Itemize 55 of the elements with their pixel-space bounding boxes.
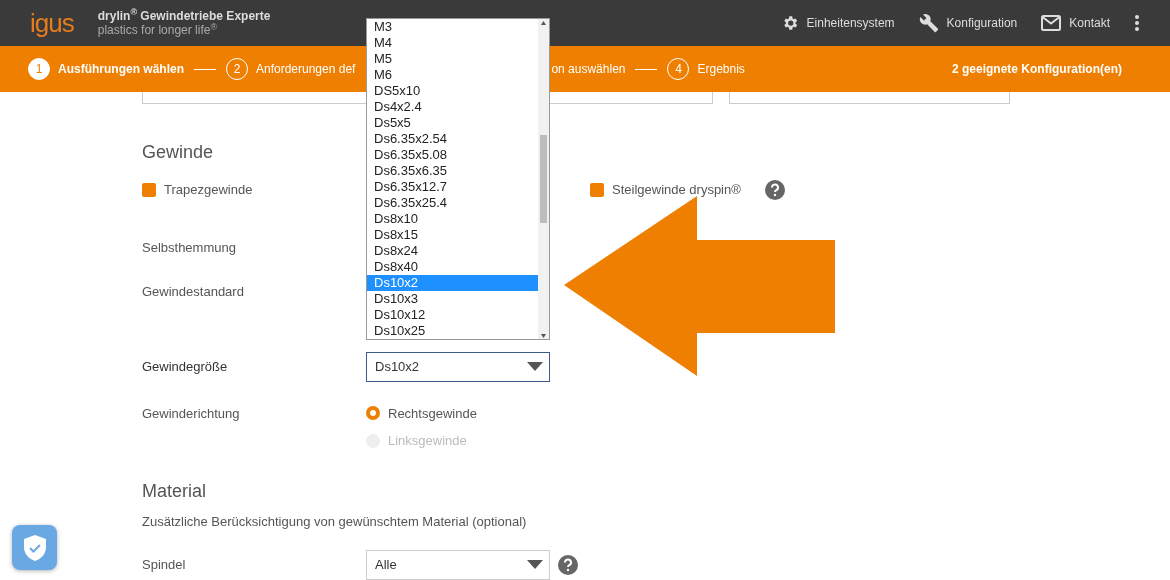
dropdown-option[interactable]: Ds6.35x6.35 xyxy=(367,163,538,179)
help-icon[interactable] xyxy=(558,554,578,575)
radio-button[interactable] xyxy=(366,406,380,421)
mail-icon xyxy=(1041,15,1062,31)
app-title: drylin$^{®}$ Gewindetriebe Experte xyxy=(97,8,271,23)
dropdown-option[interactable]: Ds5x5 xyxy=(367,115,538,131)
field-label: Gewindegröße xyxy=(142,357,229,376)
checkbox[interactable] xyxy=(142,182,156,197)
wrench-icon xyxy=(918,13,939,33)
dropdown-list[interactable]: M3 M4 M5 M6 DS5x10 Ds4x2.4 Ds5x5 Ds6.35x2.54 Ds6.35x5.08 Ds6.35x6.35 Ds6.35x12.7 Ds6.35x25.4 Ds8x10 Ds8x15 Ds8x24 Ds8x40 Ds10x2 Ds10x3 Ds10x12 Ds10x25 xyxy=(366,18,550,340)
caret-icon xyxy=(527,560,543,570)
dropdown-option[interactable]: Ds6.35x5.08 xyxy=(367,147,538,163)
dropdown-option[interactable]: Ds8x15 xyxy=(367,227,538,243)
radio-label: Linksgewinde xyxy=(388,432,467,451)
radio-label: Rechtsgewinde xyxy=(388,404,477,423)
field-label: Gewindestandard xyxy=(142,283,244,302)
dropdown-option[interactable]: Ds10x25 xyxy=(367,323,538,339)
shield-icon xyxy=(22,533,47,562)
section-heading: Gewinde xyxy=(142,142,214,164)
dropdown-option[interactable]: M5 xyxy=(367,51,538,67)
dropdown-option[interactable]: Ds8x10 xyxy=(367,211,538,227)
field-label: Selbsthemmung xyxy=(142,238,236,257)
dropdown-option[interactable]: Ds6.35x12.7 xyxy=(367,179,538,195)
section-description: Zusätzliche Berücksichtigung von gewünschtem Material (optional) xyxy=(142,513,528,532)
settings-link[interactable]: Einheitensystem xyxy=(780,14,895,32)
tagline: plastics for longer life$^{®}$ xyxy=(97,23,219,38)
input-field[interactable] xyxy=(728,92,1010,104)
dropdown-option[interactable]: Ds6.35x25.4 xyxy=(367,195,538,211)
scrollbar[interactable] xyxy=(538,19,549,339)
dropdown-option[interactable]: Ds8x24 xyxy=(367,243,538,259)
dropdown-option[interactable]: Ds6.35x2.54 xyxy=(367,131,538,147)
more-icon[interactable] xyxy=(1134,14,1140,32)
privacy-button[interactable] xyxy=(12,525,57,570)
dropdown-option[interactable]: Ds10x3 xyxy=(367,291,538,307)
dropdown-option[interactable]: Ds4x2.4 xyxy=(367,99,538,115)
checkbox-label: Trapezgewinde xyxy=(164,180,253,199)
dropdown-option[interactable]: Ds10x12 xyxy=(367,307,538,323)
contact-link[interactable]: Kontakt xyxy=(1041,14,1110,32)
select-field[interactable]: Alle xyxy=(366,549,550,580)
dropdown-option[interactable]: Ds8x40 xyxy=(367,259,538,275)
dropdown-option[interactable]: M6 xyxy=(367,67,538,83)
dropdown-option[interactable]: DS5x10 xyxy=(367,83,538,99)
dropdown-option[interactable]: M4 xyxy=(367,35,538,51)
select-field[interactable]: Ds10x2 xyxy=(366,351,550,382)
logo[interactable]: igus xyxy=(30,3,74,43)
caret-icon xyxy=(527,362,543,372)
result-count: 2 geeignete Konfiguration(en) xyxy=(952,61,1122,78)
dropdown-option[interactable]: M3 xyxy=(367,19,538,35)
help-icon[interactable] xyxy=(764,179,785,200)
field-label: Spindel xyxy=(142,555,187,574)
checkbox[interactable] xyxy=(590,182,604,197)
field-label: Gewinderichtung xyxy=(142,404,241,423)
checkbox-label: Steilgewinde dryspin® xyxy=(612,180,741,199)
section-heading: Material xyxy=(142,480,208,503)
configuration-link[interactable]: Konfiguration xyxy=(918,13,1018,33)
